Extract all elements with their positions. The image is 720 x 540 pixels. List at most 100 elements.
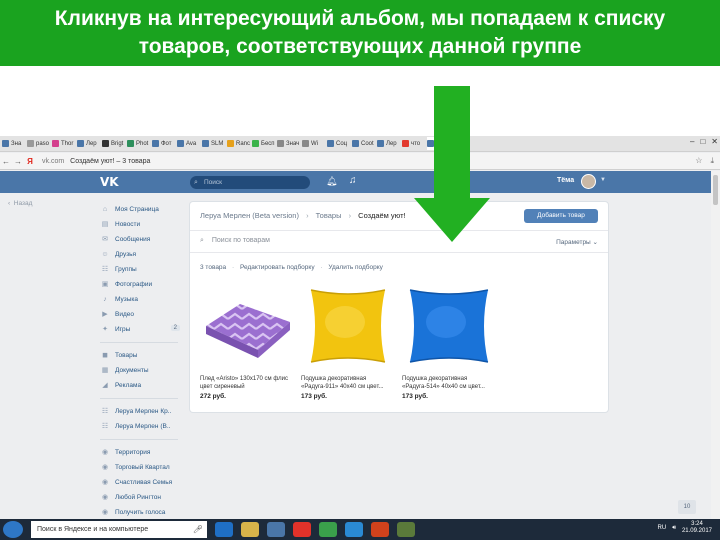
taskbar-app-icon[interactable] [397,522,415,537]
tab-favicon-icon [202,140,209,147]
taskbar-search-input[interactable]: Поиск в Яндексе и на компьютере 🎤︎ [31,521,207,538]
product-name[interactable]: Плед «Aristo» 130x170 см флис цвет сирен… [200,376,294,391]
taskbar-app-icon[interactable] [371,522,389,537]
sidebar-item[interactable]: ♪ Музыка [100,292,184,307]
start-button[interactable] [3,521,23,538]
breadcrumb-group[interactable]: Леруа Мерлен (Beta version) [200,211,299,220]
sidebar-item-label: Документы [115,367,149,374]
yandex-icon[interactable]: Я [24,157,36,166]
browser-tab[interactable]: Лер [377,137,401,150]
product-name[interactable]: Подушка декоративная «Радуга-911» 40x40 … [301,376,395,391]
vk-search-input[interactable]: ⌕ Поиск [190,176,310,189]
taskbar-app-icon[interactable] [241,522,259,537]
maximize-icon[interactable]: □ [700,137,705,146]
music-note-icon[interactable]: ♫ [349,175,357,186]
taskbar-app-icon[interactable] [293,522,311,537]
taskbar-app-icon[interactable] [267,522,285,537]
microphone-icon[interactable]: 🎤︎ [193,521,203,538]
forward-arrow-icon[interactable]: → [12,157,24,166]
product-card-yellow-pillow[interactable]: Подушка декоративная «Радуга-911» 40x40 … [301,282,395,400]
browser-tab[interactable]: Wi [302,137,326,150]
taskbar-app-icon[interactable] [319,522,337,537]
minimize-icon[interactable]: – [690,137,694,146]
url-page-title[interactable]: Создаём уют! – 3 товара [70,158,150,165]
sidebar-item[interactable]: ◢ Реклама [100,378,184,393]
volume-icon[interactable]: 🔊︎ [672,525,676,532]
sidebar-item-label: Товары [115,352,138,359]
browser-tab[interactable]: Бесп [252,137,276,150]
home-icon: ⌂ [102,205,108,213]
sidebar-item-label: Музыка [115,296,138,303]
divider [190,252,608,253]
sidebar-item[interactable]: ▦ Документы [100,363,184,378]
vertical-scrollbar[interactable] [711,171,720,520]
sidebar-item[interactable]: ☷ Леруа Мерлен Кр.. [100,404,184,419]
language-indicator[interactable]: RU [658,525,667,531]
tab-favicon-icon [302,140,309,147]
sidebar-item[interactable]: ✦ Игры 2 [100,322,184,337]
sidebar-item[interactable]: ◉ Получить голоса [100,505,184,520]
avatar[interactable] [581,174,596,189]
back-label: Назад [13,200,33,207]
product-name[interactable]: Подушка декоративная «Радуга-514» 40x40 … [402,376,496,391]
notifications-bell-icon[interactable]: 🔔︎ [326,176,337,187]
sidebar-item[interactable]: ☷ Леруа Мерлен (В.. [100,419,184,434]
taskbar-app-icon[interactable] [345,522,363,537]
browser-tab[interactable]: Brigt [102,137,126,150]
close-icon[interactable]: ✕ [711,137,718,146]
chevron-down-icon[interactable]: ▼ [600,177,606,183]
sidebar-item[interactable]: ▤ Новости [100,217,184,232]
sidebar-item[interactable]: ◉ Любой Рингтон [100,490,184,505]
vk-logo[interactable]: VK [100,175,119,189]
browser-tab[interactable]: Coot [352,137,376,150]
slide: Кликнув на интересующий альбом, мы попад… [0,0,720,540]
browser-tab[interactable]: SLM [202,137,226,150]
browser-tab[interactable]: Ranc [227,137,251,150]
sidebar-item[interactable]: ◉ Территория [100,445,184,460]
browser-tab[interactable]: Зна [2,137,26,150]
bookmark-icon[interactable]: ☆ [695,156,702,166]
parameters-dropdown[interactable]: Параметры ⌄ [556,238,598,246]
browser-tab[interactable]: pasо [27,137,51,150]
product-image-yellow-pillow[interactable] [301,282,395,370]
browser-tab[interactable]: Фот [152,137,176,150]
edit-album-link[interactable]: Редактировать подборку [240,264,315,271]
add-product-button[interactable]: Добавить товар [524,209,598,223]
url-host[interactable]: vk.com [42,158,64,165]
goods-album-card: Леруа Мерлен (Beta version) › Товары › С… [190,202,608,412]
sidebar-item[interactable]: ⌂ Моя Страница [100,202,184,217]
product-image-plaid[interactable] [200,282,294,370]
product-card-plaid[interactable]: Плед «Aristo» 130x170 см флис цвет сирен… [200,282,294,400]
parameters-label: Параметры [556,239,591,246]
browser-tab[interactable]: Соц [327,137,351,150]
back-link[interactable]: ‹ Назад [8,200,32,207]
user-name[interactable]: Тёма [557,177,574,184]
scrollbar-thumb[interactable] [713,175,718,205]
sidebar-item[interactable]: ◼ Товары [100,348,184,363]
page-counter[interactable]: 10 [678,500,696,514]
clock[interactable]: 3:24 21.09.2017 [682,521,712,535]
taskbar-app-icon[interactable] [215,522,233,537]
breadcrumb-goods[interactable]: Товары [316,211,342,220]
sidebar-item[interactable]: ✉ Сообщения [100,232,184,247]
delete-album-link[interactable]: Удалить подборку [328,264,383,271]
download-icon[interactable]: ⤓ [710,156,714,166]
sidebar-item[interactable]: ☷ Группы [100,262,184,277]
product-image-blue-pillow[interactable] [402,282,496,370]
browser-tab[interactable]: Ava [177,137,201,150]
product-card-blue-pillow[interactable]: Подушка декоративная «Радуга-514» 40x40 … [402,282,496,400]
browser-tab[interactable]: Знач [277,137,301,150]
sidebar-item[interactable]: ▶ Видео [100,307,184,322]
browser-tab[interactable]: Thor [52,137,76,150]
browser-tab[interactable]: Phot [127,137,151,150]
sidebar-item[interactable]: ◉ Счастливая Семья [100,475,184,490]
browser-tab[interactable]: Лер [77,137,101,150]
back-arrow-icon[interactable]: ← [0,157,12,166]
group-icon: ☷ [101,407,109,415]
product-search-input[interactable]: ⌕ Поиск по товарам [200,237,270,245]
tab-favicon-icon [152,140,159,147]
tab-label: Лер [86,140,97,147]
sidebar-item[interactable]: ☺ Друзья [100,247,184,262]
sidebar-item[interactable]: ◉ Торговый Квартал [100,460,184,475]
sidebar-item[interactable]: ▣ Фотографии [100,277,184,292]
